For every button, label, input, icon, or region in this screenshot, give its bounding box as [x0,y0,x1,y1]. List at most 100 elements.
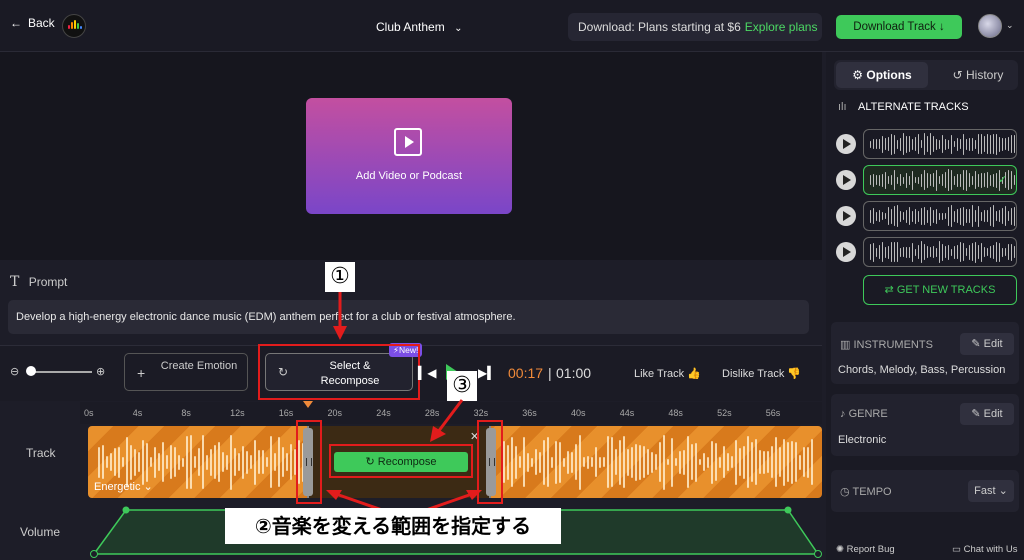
genre-title: GENRE [848,408,888,420]
waveform-bar [975,210,976,222]
track-title-dropdown[interactable]: Club Anthem ⌄ [376,20,462,34]
app-root: ← Back Club Anthem ⌄ Download: Plans sta… [0,0,1024,560]
waveform-bar [1008,244,1009,260]
waveform-bar [951,134,952,154]
playhead-marker[interactable] [303,401,313,408]
download-track-button[interactable]: Download Track ↓ [836,15,962,39]
dislike-track-button[interactable]: Dislike Track 👎 [722,367,801,380]
waveform-bar [687,436,689,488]
tempo-dropdown[interactable]: Fast ⌄ [968,480,1014,502]
waveform-bar [993,173,994,187]
alt-track-2[interactable] [863,165,1017,195]
tab-history[interactable]: ↺ History [938,62,1018,88]
waveform-bar [960,207,961,225]
waveform-right [503,426,813,498]
skip-back-icon[interactable]: ▍◀ [418,366,436,380]
instruments-edit-button[interactable]: ✎ Edit [960,333,1014,355]
waveform-bar [1002,137,1003,151]
zoom-slider-knob[interactable] [26,366,36,376]
get-new-tracks-button[interactable]: ⇄ GET NEW TRACKS [863,275,1017,305]
waveform-bar [933,136,934,152]
waveform-bar [969,209,970,223]
volume-label: Volume [20,525,61,539]
genre-edit-button[interactable]: ✎ Edit [960,403,1014,425]
waveform-bar [888,176,889,184]
waveform-bar [703,453,705,471]
download-arrow-icon: ↓ [938,21,945,33]
user-avatar[interactable] [978,14,1002,38]
waveform-bar [918,134,919,154]
prompt-input[interactable]: Develop a high-energy electronic dance m… [8,300,809,334]
waveform-bar [873,139,874,149]
waveform-bar [222,452,224,472]
create-emotion-button[interactable]: + Create Emotion [124,353,248,391]
alt-track-4-play-icon[interactable] [836,242,856,262]
emotion-dropdown[interactable]: Energetic ⌄ [94,480,153,493]
waveform-bar [523,437,525,487]
waveform-bar [978,245,979,259]
waveform-bar [942,135,943,153]
waveform-bar [759,450,761,474]
zoom-slider[interactable] [28,371,92,373]
waveform-bar [957,209,958,223]
waveform-bar [924,133,925,155]
explore-plans-link[interactable]: Explore plans [745,20,818,34]
waveform-bar [966,248,967,256]
back-label: Back [28,16,55,30]
zoom-out-icon[interactable]: ⊖ [10,365,19,378]
waveform-bar [987,248,988,256]
waveform-bar [927,136,928,152]
alt-track-3-play-icon[interactable] [836,206,856,226]
waveform-bar [933,246,934,258]
back-button[interactable]: ← Back [10,16,55,30]
alt-track-2-waveform [870,166,1016,194]
report-bug-link[interactable]: ✺ Report Bug [836,544,895,555]
add-video-button[interactable]: Add Video or Podcast [306,98,512,214]
waveform-bar [936,138,937,150]
waveform-bar [643,446,645,478]
waveform-bar [595,447,597,477]
waveform-bar [903,133,904,155]
waveform-bar [885,246,886,258]
waveform-bar [909,175,910,185]
waveform-bar [747,436,749,488]
waveform-bar [555,440,557,484]
waveform-bar [984,173,985,187]
waveform-bar [966,209,967,223]
alt-track-2-play-icon[interactable] [836,170,856,190]
waveform-bar [870,175,871,185]
waveform-bar [981,134,982,154]
waveform-bar [999,136,1000,152]
waveform-bar [882,242,883,262]
waveform-bar [138,452,140,472]
add-video-label: Add Video or Podcast [355,170,463,182]
waveform-bar [98,446,100,478]
alt-track-4[interactable] [863,237,1017,267]
skip-forward-icon[interactable]: ▶▍ [478,366,496,380]
waveform-bar [894,170,895,190]
text-icon: T [10,274,20,290]
instruments-icon: ▥ [840,339,851,351]
waveform-bar [739,448,741,476]
waveform-bar [897,242,898,262]
waveform-bar [876,175,877,185]
tab-options[interactable]: ⚙ Options [836,62,928,88]
waveform-bar [981,172,982,188]
waveform-bar [591,457,593,467]
waveform-bar [234,448,236,476]
avatar-chevron-down-icon[interactable]: ⌄ [1006,20,1014,31]
instruments-heading: ▥ INSTRUMENTS [840,338,933,351]
like-track-button[interactable]: Like Track 👍 [634,367,701,380]
waveform-bar [707,456,709,468]
alt-track-1-play-icon[interactable] [836,134,856,154]
waveform-bar [885,138,886,150]
zoom-in-icon[interactable]: ⊕ [96,365,105,378]
waveform-bar [900,210,901,222]
waveform-bar [511,437,513,487]
waveform-bar [254,439,256,485]
alt-track-3[interactable] [863,201,1017,231]
waveform-bar [990,134,991,154]
alt-track-1[interactable] [863,129,1017,159]
waveform-bar [755,439,757,485]
chat-with-us-link[interactable]: ▭ Chat with Us [952,544,1017,555]
